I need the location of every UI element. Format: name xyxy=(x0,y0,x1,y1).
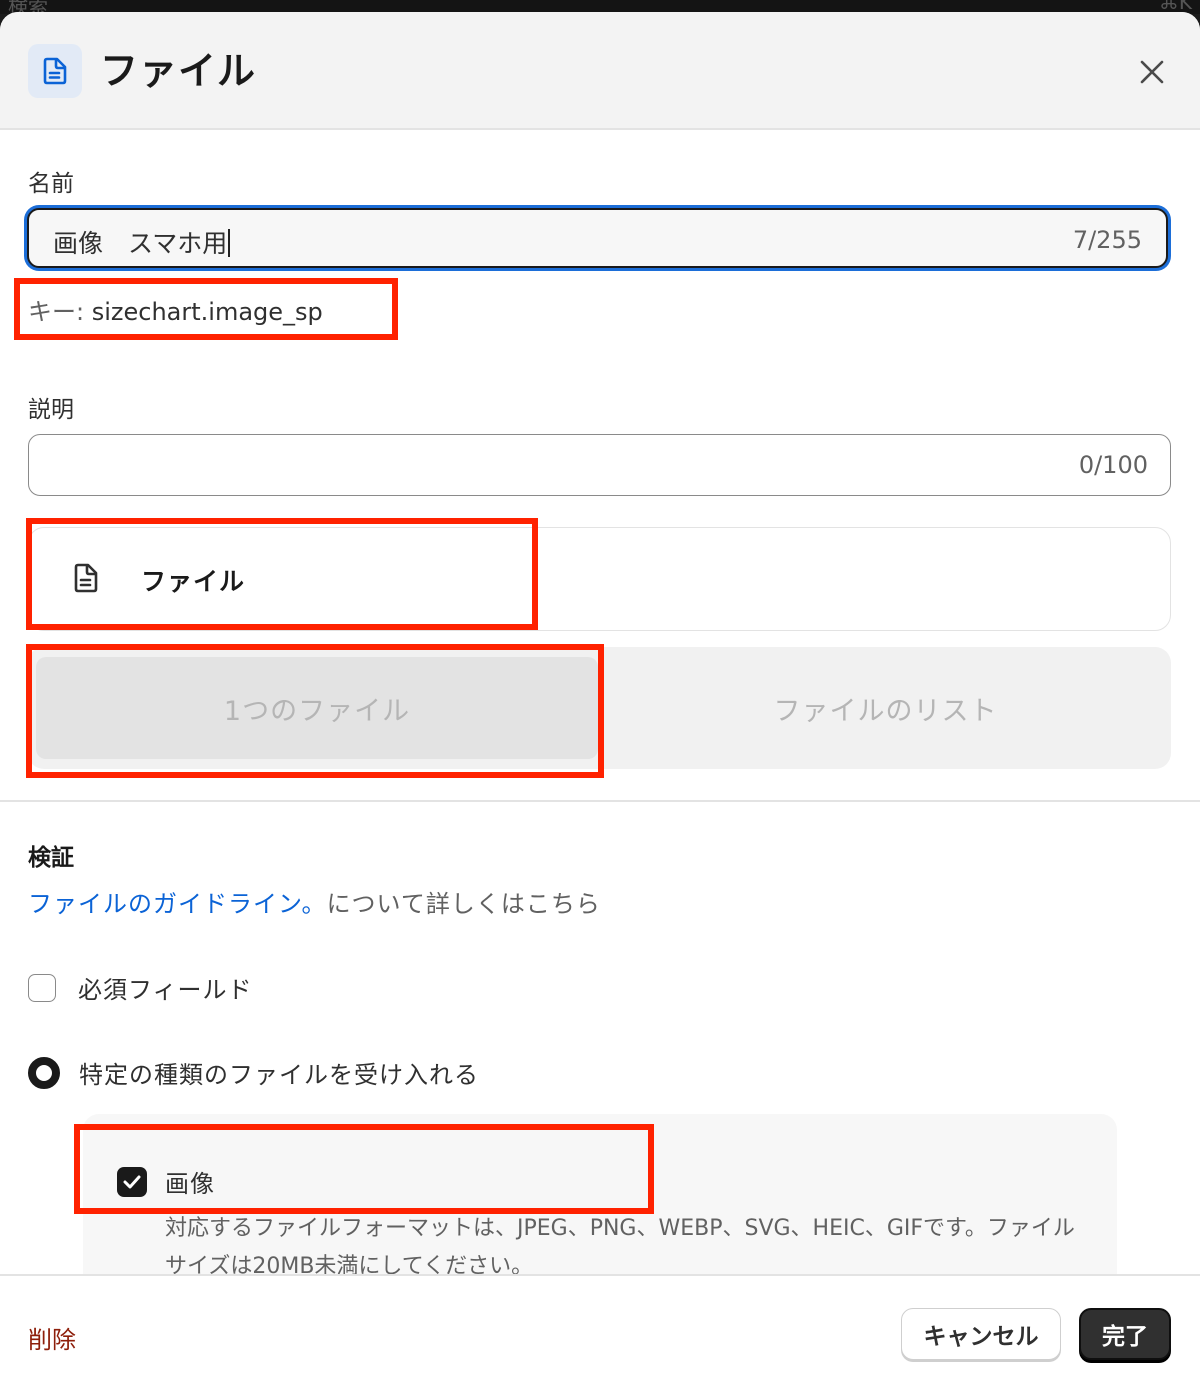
name-char-counter: 7/255 xyxy=(1072,226,1142,254)
modal-title: ファイル xyxy=(100,49,257,93)
key-prefix: キー: xyxy=(28,298,85,326)
type-card[interactable]: ファイル xyxy=(28,527,1171,631)
segment-single-file[interactable]: 1つのファイル xyxy=(36,657,598,759)
key-display: キー: sizechart.image_sp xyxy=(28,292,323,327)
name-input-value-wrap: 画像 スマホ用 xyxy=(53,224,231,260)
validation-guide-text: ファイルのガイドライン。について詳しくはこちら xyxy=(28,884,601,919)
checkmark-icon xyxy=(123,1175,141,1188)
name-field-label: 名前 xyxy=(28,171,74,197)
validation-title: 検証 xyxy=(28,845,74,871)
accept-specific-types-label: 特定の種類のファイルを受け入れる xyxy=(79,1061,479,1089)
type-card-title: ファイル xyxy=(141,567,246,596)
segment-file-list[interactable]: ファイルのリスト xyxy=(600,647,1171,769)
name-input[interactable]: 画像 スマホ用 7/255 xyxy=(27,208,1168,268)
close-icon xyxy=(1140,60,1164,84)
cancel-button[interactable]: キャンセル xyxy=(901,1308,1061,1360)
image-option-label: 画像 xyxy=(165,1170,215,1198)
description-field-label: 説明 xyxy=(28,397,74,423)
done-button[interactable]: 完了 xyxy=(1079,1308,1171,1360)
accept-specific-types-radio[interactable] xyxy=(28,1056,60,1089)
required-field-label: 必須フィールド xyxy=(78,976,253,1004)
guide-suffix: について詳しくはこちら xyxy=(326,890,601,918)
modal-header: ファイル xyxy=(0,12,1200,130)
accept-specific-types-row: 特定の種類のファイルを受け入れる xyxy=(28,1055,479,1090)
key-value: sizechart.image_sp xyxy=(91,298,323,326)
text-caret xyxy=(228,229,231,257)
required-field-row: 必須フィールド xyxy=(28,970,253,1005)
name-input-value: 画像 スマホ用 xyxy=(53,229,228,258)
required-field-checkbox[interactable] xyxy=(28,973,56,1002)
description-char-counter: 0/100 xyxy=(1078,451,1148,479)
file-guidelines-link[interactable]: ファイルのガイドライン。 xyxy=(28,890,327,918)
description-input[interactable]: 0/100 xyxy=(28,434,1171,496)
image-option-row: 画像 xyxy=(117,1164,215,1199)
file-type-icon xyxy=(73,562,99,598)
file-definition-modal: ファイル 名前 画像 スマホ用 7/255 キー: sizechart.imag… xyxy=(0,12,1200,1394)
delete-button[interactable]: 削除 xyxy=(28,1320,76,1355)
file-icon xyxy=(28,44,82,98)
section-divider xyxy=(0,800,1200,802)
image-checkbox[interactable] xyxy=(117,1166,147,1197)
cardinality-segmented-control: 1つのファイル ファイルのリスト xyxy=(28,647,1171,769)
close-button[interactable] xyxy=(1132,52,1172,92)
modal-footer: 削除 キャンセル 完了 xyxy=(0,1274,1200,1394)
